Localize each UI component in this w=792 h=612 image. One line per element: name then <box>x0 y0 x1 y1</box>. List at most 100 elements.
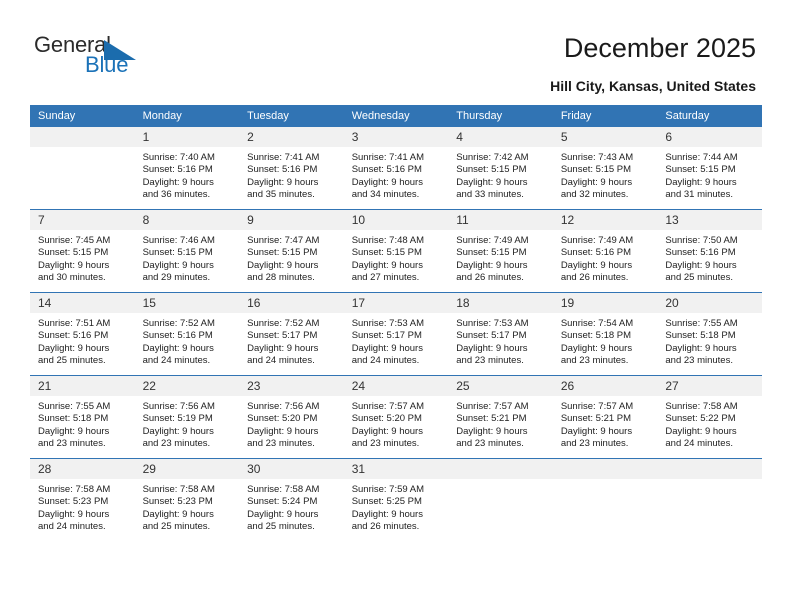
day-cell[interactable]: 16 Sunrise: 7:52 AM Sunset: 5:17 PM Dayl… <box>239 292 344 376</box>
day-cell[interactable]: 24 Sunrise: 7:57 AM Sunset: 5:20 PM Dayl… <box>343 375 449 459</box>
day-details: Sunrise: 7:54 AM Sunset: 5:18 PM Dayligh… <box>553 313 658 367</box>
day-number: 17 <box>343 293 449 313</box>
day-cell[interactable]: 7 Sunrise: 7:45 AM Sunset: 5:15 PM Dayli… <box>30 209 135 293</box>
day-details: Sunrise: 7:58 AM Sunset: 5:22 PM Dayligh… <box>657 396 762 450</box>
day-details: Sunrise: 7:45 AM Sunset: 5:15 PM Dayligh… <box>30 230 135 284</box>
sunrise-text: Sunrise: 7:52 AM <box>247 318 320 329</box>
sunset-text: Sunset: 5:15 PM <box>38 247 109 259</box>
day-cell <box>30 127 135 210</box>
sunset-text: Sunset: 5:18 PM <box>560 330 632 342</box>
daylight-text-line1: Daylight: 9 hours <box>142 259 214 271</box>
day-number: 26 <box>552 376 658 396</box>
calendar-week-row: 14 Sunrise: 7:51 AM Sunset: 5:16 PM Dayl… <box>30 292 762 376</box>
day-details: Sunrise: 7:41 AM Sunset: 5:16 PM Dayligh… <box>344 147 449 201</box>
day-cell[interactable]: 29 Sunrise: 7:58 AM Sunset: 5:23 PM Dayl… <box>134 458 240 541</box>
daylight-text-line1: Daylight: 9 hours <box>38 425 110 437</box>
day-cell[interactable]: 10 Sunrise: 7:48 AM Sunset: 5:15 PM Dayl… <box>343 209 449 293</box>
day-cell[interactable]: 14 Sunrise: 7:51 AM Sunset: 5:16 PM Dayl… <box>30 292 135 376</box>
day-details: Sunrise: 7:40 AM Sunset: 5:16 PM Dayligh… <box>135 147 240 201</box>
day-cell[interactable]: 27 Sunrise: 7:58 AM Sunset: 5:22 PM Dayl… <box>657 375 762 459</box>
day-cell[interactable]: 9 Sunrise: 7:47 AM Sunset: 5:15 PM Dayli… <box>239 209 344 293</box>
day-cell[interactable]: 12 Sunrise: 7:49 AM Sunset: 5:16 PM Dayl… <box>552 209 658 293</box>
day-details: Sunrise: 7:52 AM Sunset: 5:17 PM Dayligh… <box>239 313 344 367</box>
day-number: 11 <box>448 210 553 230</box>
daylight-text-line1: Daylight: 9 hours <box>560 342 633 354</box>
day-details: Sunrise: 7:55 AM Sunset: 5:18 PM Dayligh… <box>657 313 762 367</box>
daylight-text-line2: and 23 minutes. <box>665 354 733 366</box>
sunrise-text: Sunrise: 7:46 AM <box>142 235 215 246</box>
day-number: 30 <box>239 459 344 479</box>
daylight-text-line2: and 35 minutes. <box>247 188 315 200</box>
day-details: Sunrise: 7:58 AM Sunset: 5:23 PM Dayligh… <box>30 479 135 533</box>
sunrise-text: Sunrise: 7:51 AM <box>38 318 111 329</box>
day-cell[interactable]: 2 Sunrise: 7:41 AM Sunset: 5:16 PM Dayli… <box>239 127 344 210</box>
sunrise-text: Sunrise: 7:52 AM <box>142 318 215 329</box>
calendar-grid: Sunday Monday Tuesday Wednesday Thursday… <box>30 105 762 541</box>
sunrise-text: Sunrise: 7:59 AM <box>351 484 425 495</box>
day-details: Sunrise: 7:49 AM Sunset: 5:16 PM Dayligh… <box>553 230 658 284</box>
daylight-text-line2: and 34 minutes. <box>351 188 420 200</box>
day-details: Sunrise: 7:44 AM Sunset: 5:15 PM Dayligh… <box>657 147 762 201</box>
day-cell[interactable]: 15 Sunrise: 7:52 AM Sunset: 5:16 PM Dayl… <box>134 292 240 376</box>
daylight-text-line1: Daylight: 9 hours <box>665 425 737 437</box>
day-number: 29 <box>134 459 240 479</box>
day-number: 5 <box>552 127 658 147</box>
day-cell[interactable]: 26 Sunrise: 7:57 AM Sunset: 5:21 PM Dayl… <box>552 375 658 459</box>
sunset-text: Sunset: 5:19 PM <box>142 413 213 425</box>
day-cell[interactable]: 28 Sunrise: 7:58 AM Sunset: 5:23 PM Dayl… <box>30 458 135 541</box>
day-cell[interactable]: 25 Sunrise: 7:57 AM Sunset: 5:21 PM Dayl… <box>448 375 553 459</box>
daylight-text-line1: Daylight: 9 hours <box>38 508 110 520</box>
day-cell[interactable]: 11 Sunrise: 7:49 AM Sunset: 5:15 PM Dayl… <box>448 209 553 293</box>
sunset-text: Sunset: 5:18 PM <box>38 413 109 425</box>
day-cell[interactable]: 30 Sunrise: 7:58 AM Sunset: 5:24 PM Dayl… <box>239 458 344 541</box>
sunset-text: Sunset: 5:15 PM <box>247 247 318 259</box>
calendar-week-row: 1 Sunrise: 7:40 AM Sunset: 5:16 PM Dayli… <box>30 127 762 210</box>
sunrise-text: Sunrise: 7:49 AM <box>456 235 529 246</box>
day-cell[interactable]: 4 Sunrise: 7:42 AM Sunset: 5:15 PM Dayli… <box>448 127 553 210</box>
day-details: Sunrise: 7:41 AM Sunset: 5:16 PM Dayligh… <box>239 147 344 201</box>
day-cell[interactable]: 19 Sunrise: 7:54 AM Sunset: 5:18 PM Dayl… <box>552 292 658 376</box>
sunset-text: Sunset: 5:16 PM <box>142 164 213 176</box>
sunset-text: Sunset: 5:15 PM <box>456 247 527 259</box>
day-number: 2 <box>239 127 344 147</box>
day-cell[interactable]: 13 Sunrise: 7:50 AM Sunset: 5:16 PM Dayl… <box>657 209 762 293</box>
daylight-text-line1: Daylight: 9 hours <box>247 508 319 520</box>
day-details: Sunrise: 7:56 AM Sunset: 5:19 PM Dayligh… <box>135 396 240 450</box>
sunrise-text: Sunrise: 7:57 AM <box>560 401 634 412</box>
sunset-text: Sunset: 5:16 PM <box>560 247 632 259</box>
day-number <box>657 459 762 479</box>
day-cell[interactable]: 1 Sunrise: 7:40 AM Sunset: 5:16 PM Dayli… <box>134 127 240 210</box>
daylight-text-line2: and 23 minutes. <box>247 437 315 449</box>
day-cell[interactable]: 17 Sunrise: 7:53 AM Sunset: 5:17 PM Dayl… <box>343 292 449 376</box>
daylight-text-line1: Daylight: 9 hours <box>142 425 214 437</box>
sunset-text: Sunset: 5:15 PM <box>560 164 632 176</box>
day-number: 16 <box>239 293 344 313</box>
day-cell[interactable]: 23 Sunrise: 7:56 AM Sunset: 5:20 PM Dayl… <box>239 375 344 459</box>
sunset-text: Sunset: 5:24 PM <box>247 496 318 508</box>
sunrise-text: Sunrise: 7:50 AM <box>665 235 738 246</box>
daylight-text-line2: and 26 minutes. <box>351 520 420 532</box>
sunset-text: Sunset: 5:17 PM <box>351 330 422 342</box>
day-details: Sunrise: 7:51 AM Sunset: 5:16 PM Dayligh… <box>30 313 135 367</box>
daylight-text-line2: and 25 minutes. <box>142 520 211 532</box>
day-cell[interactable]: 8 Sunrise: 7:46 AM Sunset: 5:15 PM Dayli… <box>134 209 240 293</box>
day-cell[interactable]: 5 Sunrise: 7:43 AM Sunset: 5:15 PM Dayli… <box>552 127 658 210</box>
day-cell[interactable]: 3 Sunrise: 7:41 AM Sunset: 5:16 PM Dayli… <box>343 127 449 210</box>
day-cell[interactable]: 31 Sunrise: 7:59 AM Sunset: 5:25 PM Dayl… <box>343 458 449 541</box>
sunrise-text: Sunrise: 7:58 AM <box>665 401 738 412</box>
day-cell[interactable]: 18 Sunrise: 7:53 AM Sunset: 5:17 PM Dayl… <box>448 292 553 376</box>
sunrise-text: Sunrise: 7:47 AM <box>247 235 320 246</box>
daylight-text-line1: Daylight: 9 hours <box>351 425 423 437</box>
sunrise-text: Sunrise: 7:48 AM <box>351 235 425 246</box>
daylight-text-line1: Daylight: 9 hours <box>351 259 423 271</box>
weekday-header-wednesday: Wednesday <box>343 105 449 127</box>
sunrise-text: Sunrise: 7:49 AM <box>560 235 634 246</box>
day-cell[interactable]: 20 Sunrise: 7:55 AM Sunset: 5:18 PM Dayl… <box>657 292 762 376</box>
day-cell[interactable]: 21 Sunrise: 7:55 AM Sunset: 5:18 PM Dayl… <box>30 375 135 459</box>
day-cell[interactable]: 22 Sunrise: 7:56 AM Sunset: 5:19 PM Dayl… <box>134 375 240 459</box>
day-cell[interactable]: 6 Sunrise: 7:44 AM Sunset: 5:15 PM Dayli… <box>657 127 762 210</box>
daylight-text-line1: Daylight: 9 hours <box>456 259 528 271</box>
daylight-text-line1: Daylight: 9 hours <box>351 508 423 520</box>
day-number: 24 <box>343 376 449 396</box>
daylight-text-line2: and 27 minutes. <box>351 271 420 283</box>
